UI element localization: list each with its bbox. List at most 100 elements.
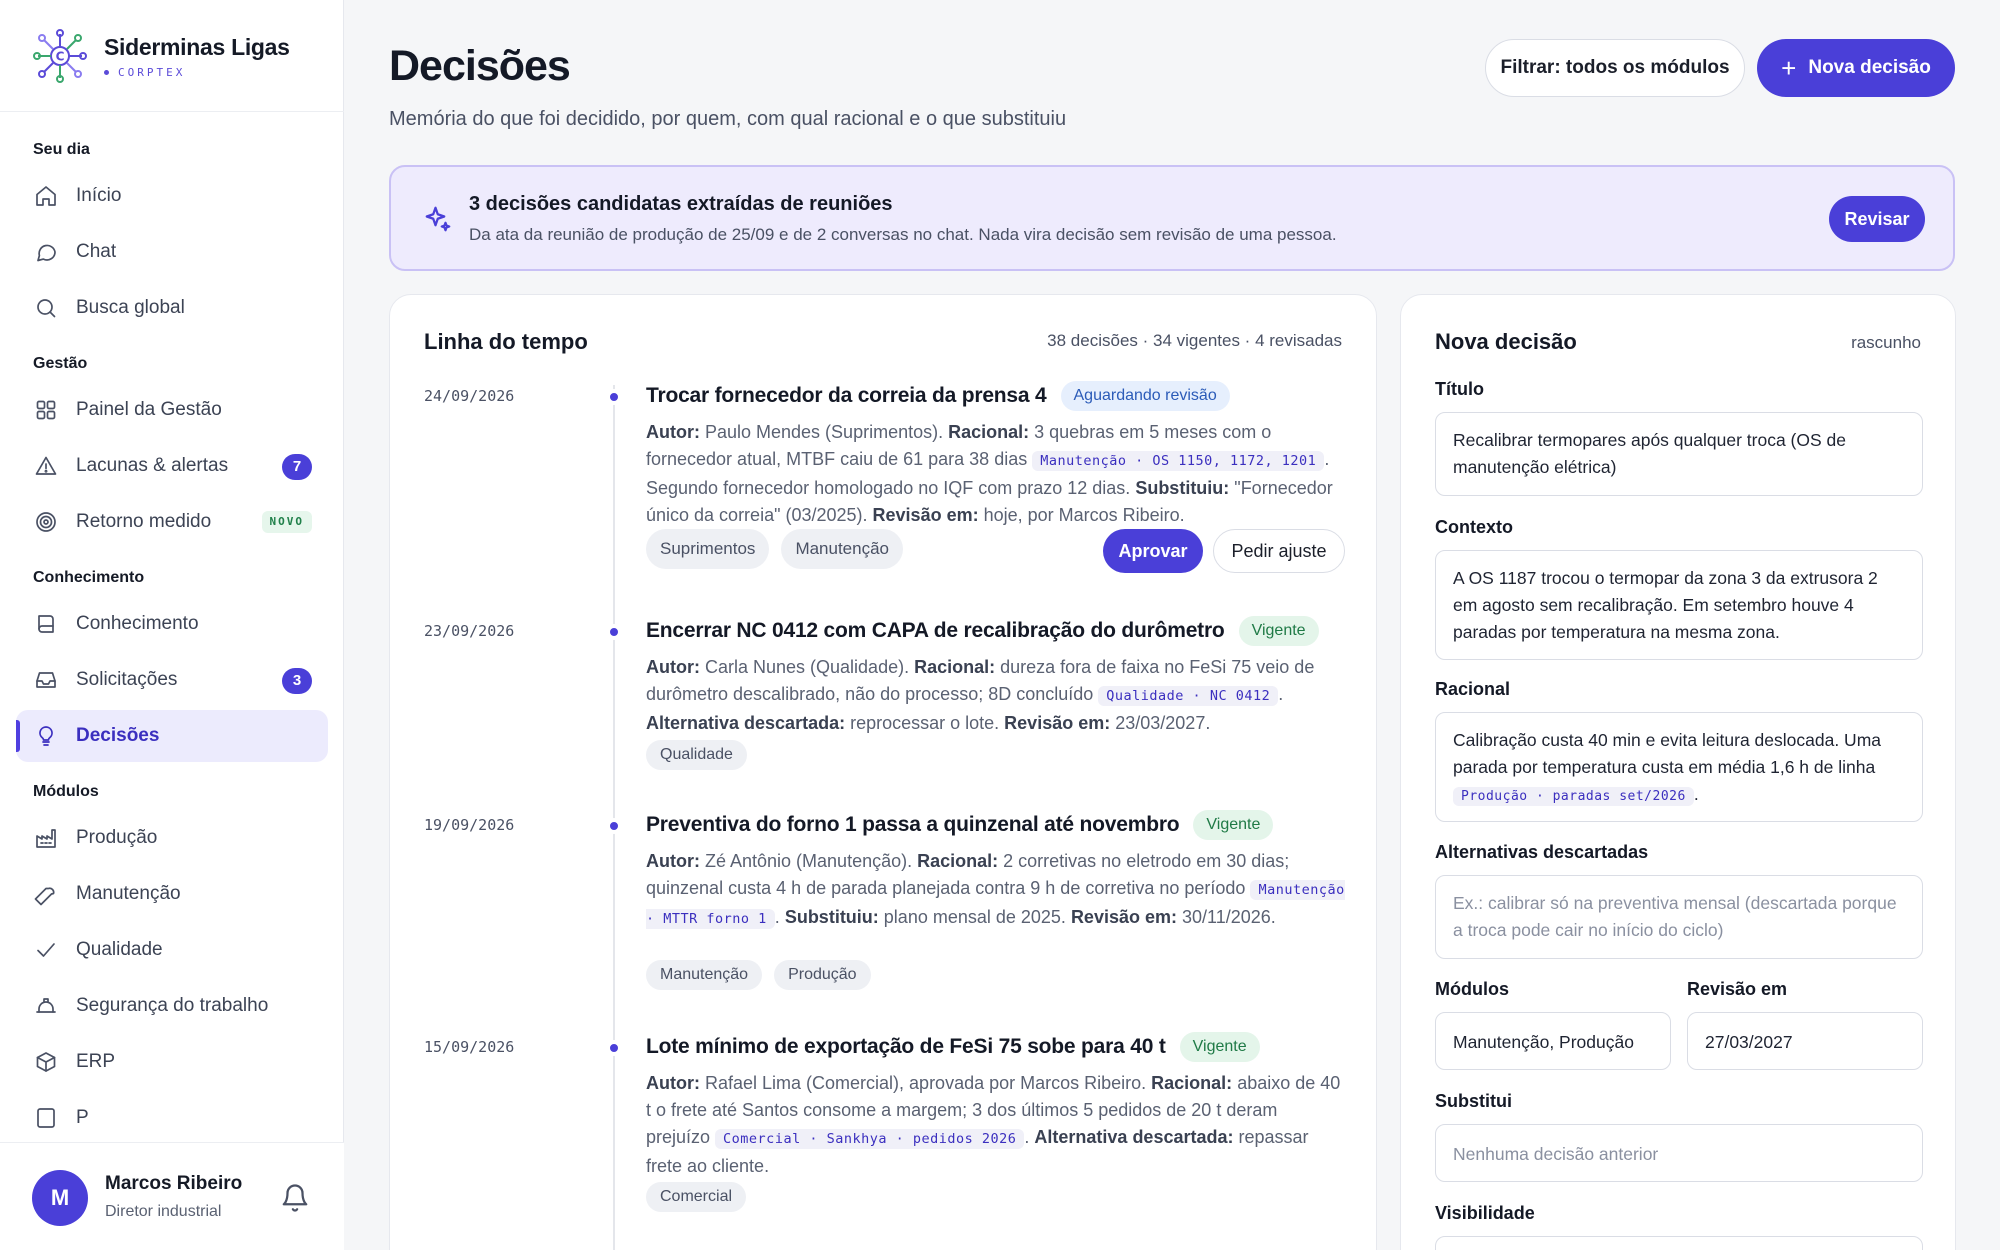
sidebar-item-erp[interactable]: ERP	[16, 1036, 328, 1088]
count-badge: 7	[282, 454, 312, 480]
sidebar-item-painel-da-gest-o[interactable]: Painel da Gestão	[16, 384, 328, 436]
target-icon	[36, 512, 56, 532]
helmet-icon	[36, 998, 56, 1013]
sidebar: C Siderminas Ligas CORPTEX Seu dia Início…	[0, 0, 344, 1250]
modules-label: Módulos	[1435, 979, 1509, 999]
brand-name: Siderminas Ligas	[104, 33, 290, 60]
title-label: Título	[1435, 379, 1484, 399]
entry-title[interactable]: Preventiva do forno 1 passa a quinzenal …	[646, 813, 1180, 837]
sidebar-item-produ-o[interactable]: Produção	[16, 812, 328, 864]
alert-icon	[35, 456, 57, 475]
user-panel: M Marcos Ribeiro Diretor industrial	[0, 1142, 344, 1250]
module-tag[interactable]: Suprimentos	[646, 529, 770, 569]
entry-date: 15/09/2026	[424, 1038, 515, 1056]
entry-date: 23/09/2026	[424, 622, 515, 640]
dashboard-icon	[36, 400, 56, 420]
filter-button[interactable]: Filtrar: todos os módulos	[1485, 39, 1745, 97]
count-badge: 3	[282, 668, 312, 694]
lightbulb-icon	[39, 726, 53, 746]
sidebar-item-seguran-a-do-trabalho[interactable]: Segurança do trabalho	[16, 980, 328, 1032]
sidebar-item-busca-global[interactable]: Busca global	[16, 282, 328, 334]
entry-body: Autor: Paulo Mendes (Suprimentos). Racio…	[646, 422, 1333, 525]
nav-section-title: Módulos	[33, 783, 99, 800]
timeline-title: Linha do tempo	[424, 329, 588, 354]
source-reference[interactable]: Manutenção · OS 1150, 1172, 1201	[1032, 451, 1325, 471]
new-decision-button[interactable]: + Nova decisão	[1757, 39, 1955, 97]
status-badge: Vigente	[1179, 1032, 1260, 1062]
module-tag[interactable]: Comercial	[646, 1182, 747, 1212]
entry-date: 24/09/2026	[424, 387, 515, 405]
status-badge: Vigente	[1238, 616, 1319, 646]
sidebar-item-in-cio[interactable]: Início	[16, 170, 328, 222]
rationale-field[interactable]: Calibração custa 40 min e evita leitura …	[1435, 712, 1923, 822]
cube-icon	[36, 1052, 56, 1072]
sidebar-item-lacunas-alertas[interactable]: Lacunas & alertas 7	[16, 440, 328, 492]
home-icon	[36, 186, 56, 206]
module-tag[interactable]: Manutenção	[646, 960, 763, 990]
title-field[interactable]: Recalibrar termopares após qualquer troc…	[1435, 412, 1923, 496]
entry-body: Autor: Carla Nunes (Qualidade). Racional…	[646, 657, 1315, 733]
page-icon	[37, 1108, 55, 1128]
source-reference[interactable]: Qualidade · NC 0412	[1098, 686, 1279, 706]
factory-icon	[36, 829, 56, 848]
form-title: Nova decisão	[1435, 329, 1577, 354]
sidebar-item-label: Manutenção	[76, 883, 181, 904]
entry-tags: Suprimentos Manutenção	[646, 529, 915, 569]
brand-sub: CORPTEX	[118, 65, 186, 79]
review-button[interactable]: Revisar	[1829, 196, 1925, 242]
sidebar-item-chat[interactable]: Chat	[16, 226, 328, 278]
timeline-dot	[607, 390, 621, 404]
request-adjust-button[interactable]: Pedir ajuste	[1213, 529, 1345, 573]
sidebar-item-label: Busca global	[76, 297, 185, 318]
entry-body: Autor: Zé Antônio (Manutenção). Racional…	[646, 851, 1345, 929]
timeline-dot	[607, 1041, 621, 1055]
entry-date: 19/09/2026	[424, 816, 515, 834]
avatar[interactable]: M	[32, 1170, 88, 1226]
module-tag[interactable]: Produção	[774, 960, 871, 990]
draft-label: rascunho	[1851, 333, 1921, 352]
module-tag[interactable]: Qualidade	[646, 740, 747, 770]
alternatives-label: Alternativas descartadas	[1435, 842, 1649, 862]
module-tag[interactable]: Manutenção	[781, 529, 904, 569]
visibility-field[interactable]	[1435, 1236, 1923, 1250]
search-icon	[37, 299, 56, 318]
source-reference[interactable]: Produção · paradas set/2026	[1453, 787, 1694, 806]
page-title: Decisões	[389, 42, 571, 90]
entry-tags: Manutenção Produção	[646, 960, 883, 990]
banner-title: 3 decisões candidatas extraídas de reuni…	[469, 193, 893, 215]
review-date-label: Revisão em	[1687, 979, 1788, 999]
alternatives-field[interactable]: Ex.: calibrar só na preventiva mensal (d…	[1435, 875, 1923, 959]
sidebar-item-label: Qualidade	[76, 939, 163, 960]
user-role: Diretor industrial	[105, 1203, 222, 1220]
sidebar-item-conhecimento[interactable]: Conhecimento	[16, 598, 328, 650]
entry-title[interactable]: Lote mínimo de exportação de FeSi 75 sob…	[646, 1035, 1166, 1059]
brand[interactable]: C Siderminas Ligas CORPTEX	[32, 28, 290, 84]
sidebar-item-retorno-medido[interactable]: Retorno medido NOVO	[16, 496, 328, 548]
rationale-label: Racional	[1435, 679, 1511, 699]
approve-button[interactable]: Aprovar	[1103, 529, 1203, 573]
sidebar-item-label: Segurança do trabalho	[76, 995, 269, 1016]
sidebar-item-manuten-o[interactable]: Manutenção	[16, 868, 328, 920]
sidebar-item-p[interactable]: P	[16, 1092, 328, 1138]
review-date-field[interactable]: 27/03/2027	[1687, 1012, 1923, 1070]
sidebar-item-label: Conhecimento	[76, 613, 199, 634]
nav-section-title: Conhecimento	[33, 569, 145, 586]
entry-body: Autor: Rafael Lima (Comercial), aprovada…	[646, 1073, 1341, 1176]
sidebar-item-label: Decisões	[76, 725, 160, 746]
sidebar-item-label: Lacunas & alertas	[76, 455, 229, 476]
wrench-icon	[34, 887, 55, 906]
replaces-field[interactable]: Nenhuma decisão anterior	[1435, 1124, 1923, 1182]
sidebar-nav: Seu dia Início Chat Busca global Gestão Paine…	[16, 120, 328, 1138]
entry-title[interactable]: Encerrar NC 0412 com CAPA de recalibraçã…	[646, 619, 1225, 643]
visibility-label: Visibilidade	[1435, 1203, 1535, 1223]
sidebar-item-solicita-es[interactable]: Solicitações 3	[16, 654, 328, 706]
context-field[interactable]: A OS 1187 trocou o termopar da zona 3 da…	[1435, 550, 1923, 660]
sidebar-item-qualidade[interactable]: Qualidade	[16, 924, 328, 976]
modules-field[interactable]: Manutenção, Produção	[1435, 1012, 1671, 1070]
sidebar-item-decis-es[interactable]: Decisões	[16, 710, 328, 762]
source-reference[interactable]: Comercial · Sankhya · pedidos 2026	[715, 1129, 1025, 1149]
new-decision-form: Nova decisão rascunho Título Recalibrar …	[1400, 294, 1956, 1250]
inbox-icon	[36, 672, 56, 688]
entry-title[interactable]: Trocar fornecedor da correia da prensa 4	[646, 384, 1047, 408]
bell-icon[interactable]	[280, 1183, 310, 1213]
